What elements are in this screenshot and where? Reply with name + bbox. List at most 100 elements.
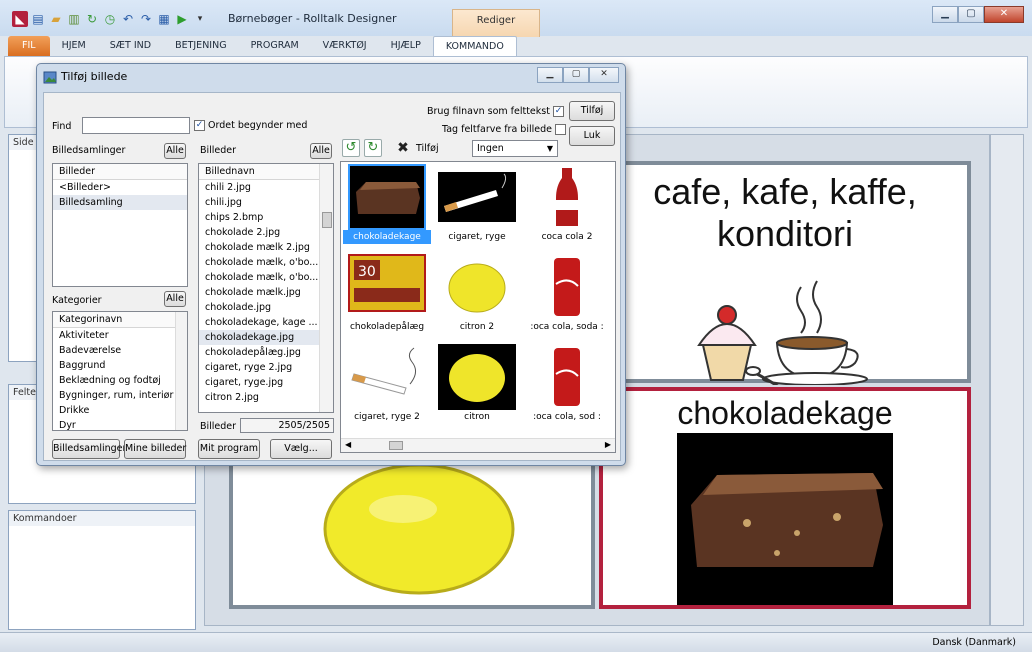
filter-select[interactable]: Ingen ▼ [472,140,558,157]
starts-with-checkbox[interactable]: ✓ [194,120,205,131]
list-item[interactable]: chokolade mælk, o'bo... [199,270,333,285]
thumbnail-item[interactable]: citron 2 [433,254,521,334]
categories-label: Kategorier [52,295,102,306]
choose-button[interactable]: Vælg... [270,439,332,459]
minimize-button[interactable]: ▁ [932,6,958,23]
dialog-minimize-button[interactable]: ▁ [537,67,563,83]
list-item[interactable]: chili.jpg [199,195,333,210]
starts-with-checkbox-row[interactable]: ✓ Ordet begynder med [194,120,307,131]
tab-kommando[interactable]: KOMMANDO [432,36,517,56]
list-item[interactable]: cigaret, ryge 2.jpg [199,360,333,375]
list-item[interactable]: chokoladekage, kage ... [199,315,333,330]
run-icon[interactable]: ▶ [174,11,190,27]
dialog-maximize-button[interactable]: ▢ [563,67,589,83]
scroll-left-icon[interactable]: ◀ [345,440,351,449]
list-item[interactable]: Aktiviteter [53,328,187,343]
thumbnail-item[interactable]: cigaret, ryge [433,164,521,244]
tab-hjaelp[interactable]: HJÆLP [379,36,433,56]
layout-icon[interactable]: ▦ [156,11,172,27]
cigarette-icon [438,172,516,222]
redo-icon[interactable]: ↷ [138,11,154,27]
list-item[interactable]: chokolade mælk, o'bo... [199,255,333,270]
list-item[interactable]: chokolade mælk 2.jpg [199,240,333,255]
add-button[interactable]: Tilføj [569,101,615,121]
images-scrollbar-thumb[interactable] [322,212,332,228]
list-item[interactable]: Beklædning og fodtøj [53,373,187,388]
close-dialog-button[interactable]: Luk [569,126,615,146]
list-item[interactable]: Drikke [53,403,187,418]
tab-vaerktoej[interactable]: VÆRKTØJ [311,36,379,56]
list-item[interactable]: Bygninger, rum, interiør [53,388,187,403]
thumbnail-item[interactable]: :oca cola, soda : [523,254,611,334]
toolbar-add-label[interactable]: Tilføj [416,143,439,154]
list-item[interactable]: chokolade.jpg [199,300,333,315]
tab-betjening[interactable]: BETJENING [163,36,239,56]
list-item[interactable]: Badeværelse [53,343,187,358]
history-icon[interactable]: ◷ [102,11,118,27]
thumbnail-label: cigaret, ryge [448,232,506,242]
my-images-button[interactable]: Mine billeder [124,439,186,459]
categories-scrollbar[interactable] [175,312,187,430]
list-item[interactable]: Dyr [53,418,187,430]
images-all-button[interactable]: Alle [310,143,332,159]
lemon-icon [438,344,516,410]
thumbnail-item[interactable]: chokoladekage [343,164,431,244]
tab-hjem[interactable]: HJEM [50,36,98,56]
close-button[interactable]: ✕ [984,6,1024,23]
tab-program[interactable]: PROGRAM [239,36,311,56]
use-filename-row[interactable]: Brug filnavn som felttekst ✓ [427,106,564,117]
collections-button[interactable]: Billedsamlinger [52,439,126,459]
list-item[interactable]: chokolade 2.jpg [199,225,333,240]
tab-saet-ind[interactable]: SÆT IND [98,36,163,56]
right-scroll-strip[interactable] [990,134,1024,626]
collections-all-button[interactable]: Alle [164,143,186,159]
thumbnail-h-scrollbar-thumb[interactable] [389,441,403,450]
cell-chokoladekage[interactable]: chokoladekage [599,387,971,609]
images-scrollbar[interactable] [319,164,333,412]
scroll-right-icon[interactable]: ▶ [605,440,611,449]
chevron-down-icon: ▼ [546,144,553,153]
images-count-value: 2505/2505 [240,418,334,433]
save-as-icon[interactable]: ▥ [66,11,82,27]
undo-icon[interactable]: ↶ [120,11,136,27]
list-item[interactable]: cigaret, ryge.jpg [199,375,333,390]
thumbnail-item[interactable]: coca cola 2 [523,164,611,244]
open-folder-icon[interactable]: ▰ [48,11,64,27]
refresh-icon[interactable]: ↻ [84,11,100,27]
list-item[interactable]: Billedsamling [53,195,187,210]
tab-fil[interactable]: FIL [8,36,50,56]
list-item[interactable]: citron 2.jpg [199,390,333,405]
save-icon[interactable]: ▤ [30,11,46,27]
cell-cafe[interactable]: cafe, kafe, kaffe, konditori [599,161,971,385]
thumbnail-item[interactable]: citron [433,344,521,424]
thumbnail-item[interactable]: cigaret, ryge 2 [343,344,431,424]
title-bar: ◣ ▤ ▰ ▥ ↻ ◷ ↶ ↷ ▦ ▶ ▾ Børnebøger - Rollt… [0,0,1032,37]
maximize-button[interactable]: ▢ [958,6,984,23]
images-list: Billednavn chili 2.jpg chili.jpg chips 2… [198,163,334,413]
take-color-checkbox[interactable] [555,124,567,135]
dialog-close-button[interactable]: ✕ [589,67,619,83]
list-item[interactable]: <Billeder> [53,180,187,195]
use-filename-checkbox[interactable]: ✓ [553,106,564,117]
list-item[interactable]: chokoladekage.jpg [199,330,333,345]
delete-icon[interactable]: ✖ [394,139,412,157]
thumbnail-item[interactable]: 30 chokoladepålæg [343,254,431,334]
find-input[interactable] [82,117,190,134]
list-item[interactable]: chokolade mælk.jpg [199,285,333,300]
list-item[interactable]: chokoladepålæg.jpg [199,345,333,360]
thumbnail-item[interactable]: :oca cola, sod : [523,344,611,424]
list-item[interactable]: chips 2.bmp [199,210,333,225]
list-item[interactable]: chili 2.jpg [199,180,333,195]
use-filename-label: Brug filnavn som felttekst [427,106,550,117]
app-logo-icon: ◣ [12,11,28,27]
list-item[interactable]: Baggrund [53,358,187,373]
add-image-dialog: Tilføj billede ▁ ▢ ✕ Find ✓ Ordet begynd… [36,63,626,466]
cola-bottle-icon [528,164,606,230]
thumbnail-h-scrollbar[interactable]: ◀ ▶ [341,438,615,452]
take-color-row[interactable]: Tag feltfarve fra billede [442,124,567,135]
my-program-button[interactable]: Mit program [198,439,260,459]
rotate-left-icon[interactable]: ↺ [342,139,360,157]
customize-dropdown-icon[interactable]: ▾ [192,11,208,27]
rotate-right-icon[interactable]: ↻ [364,139,382,157]
categories-all-button[interactable]: Alle [164,291,186,307]
